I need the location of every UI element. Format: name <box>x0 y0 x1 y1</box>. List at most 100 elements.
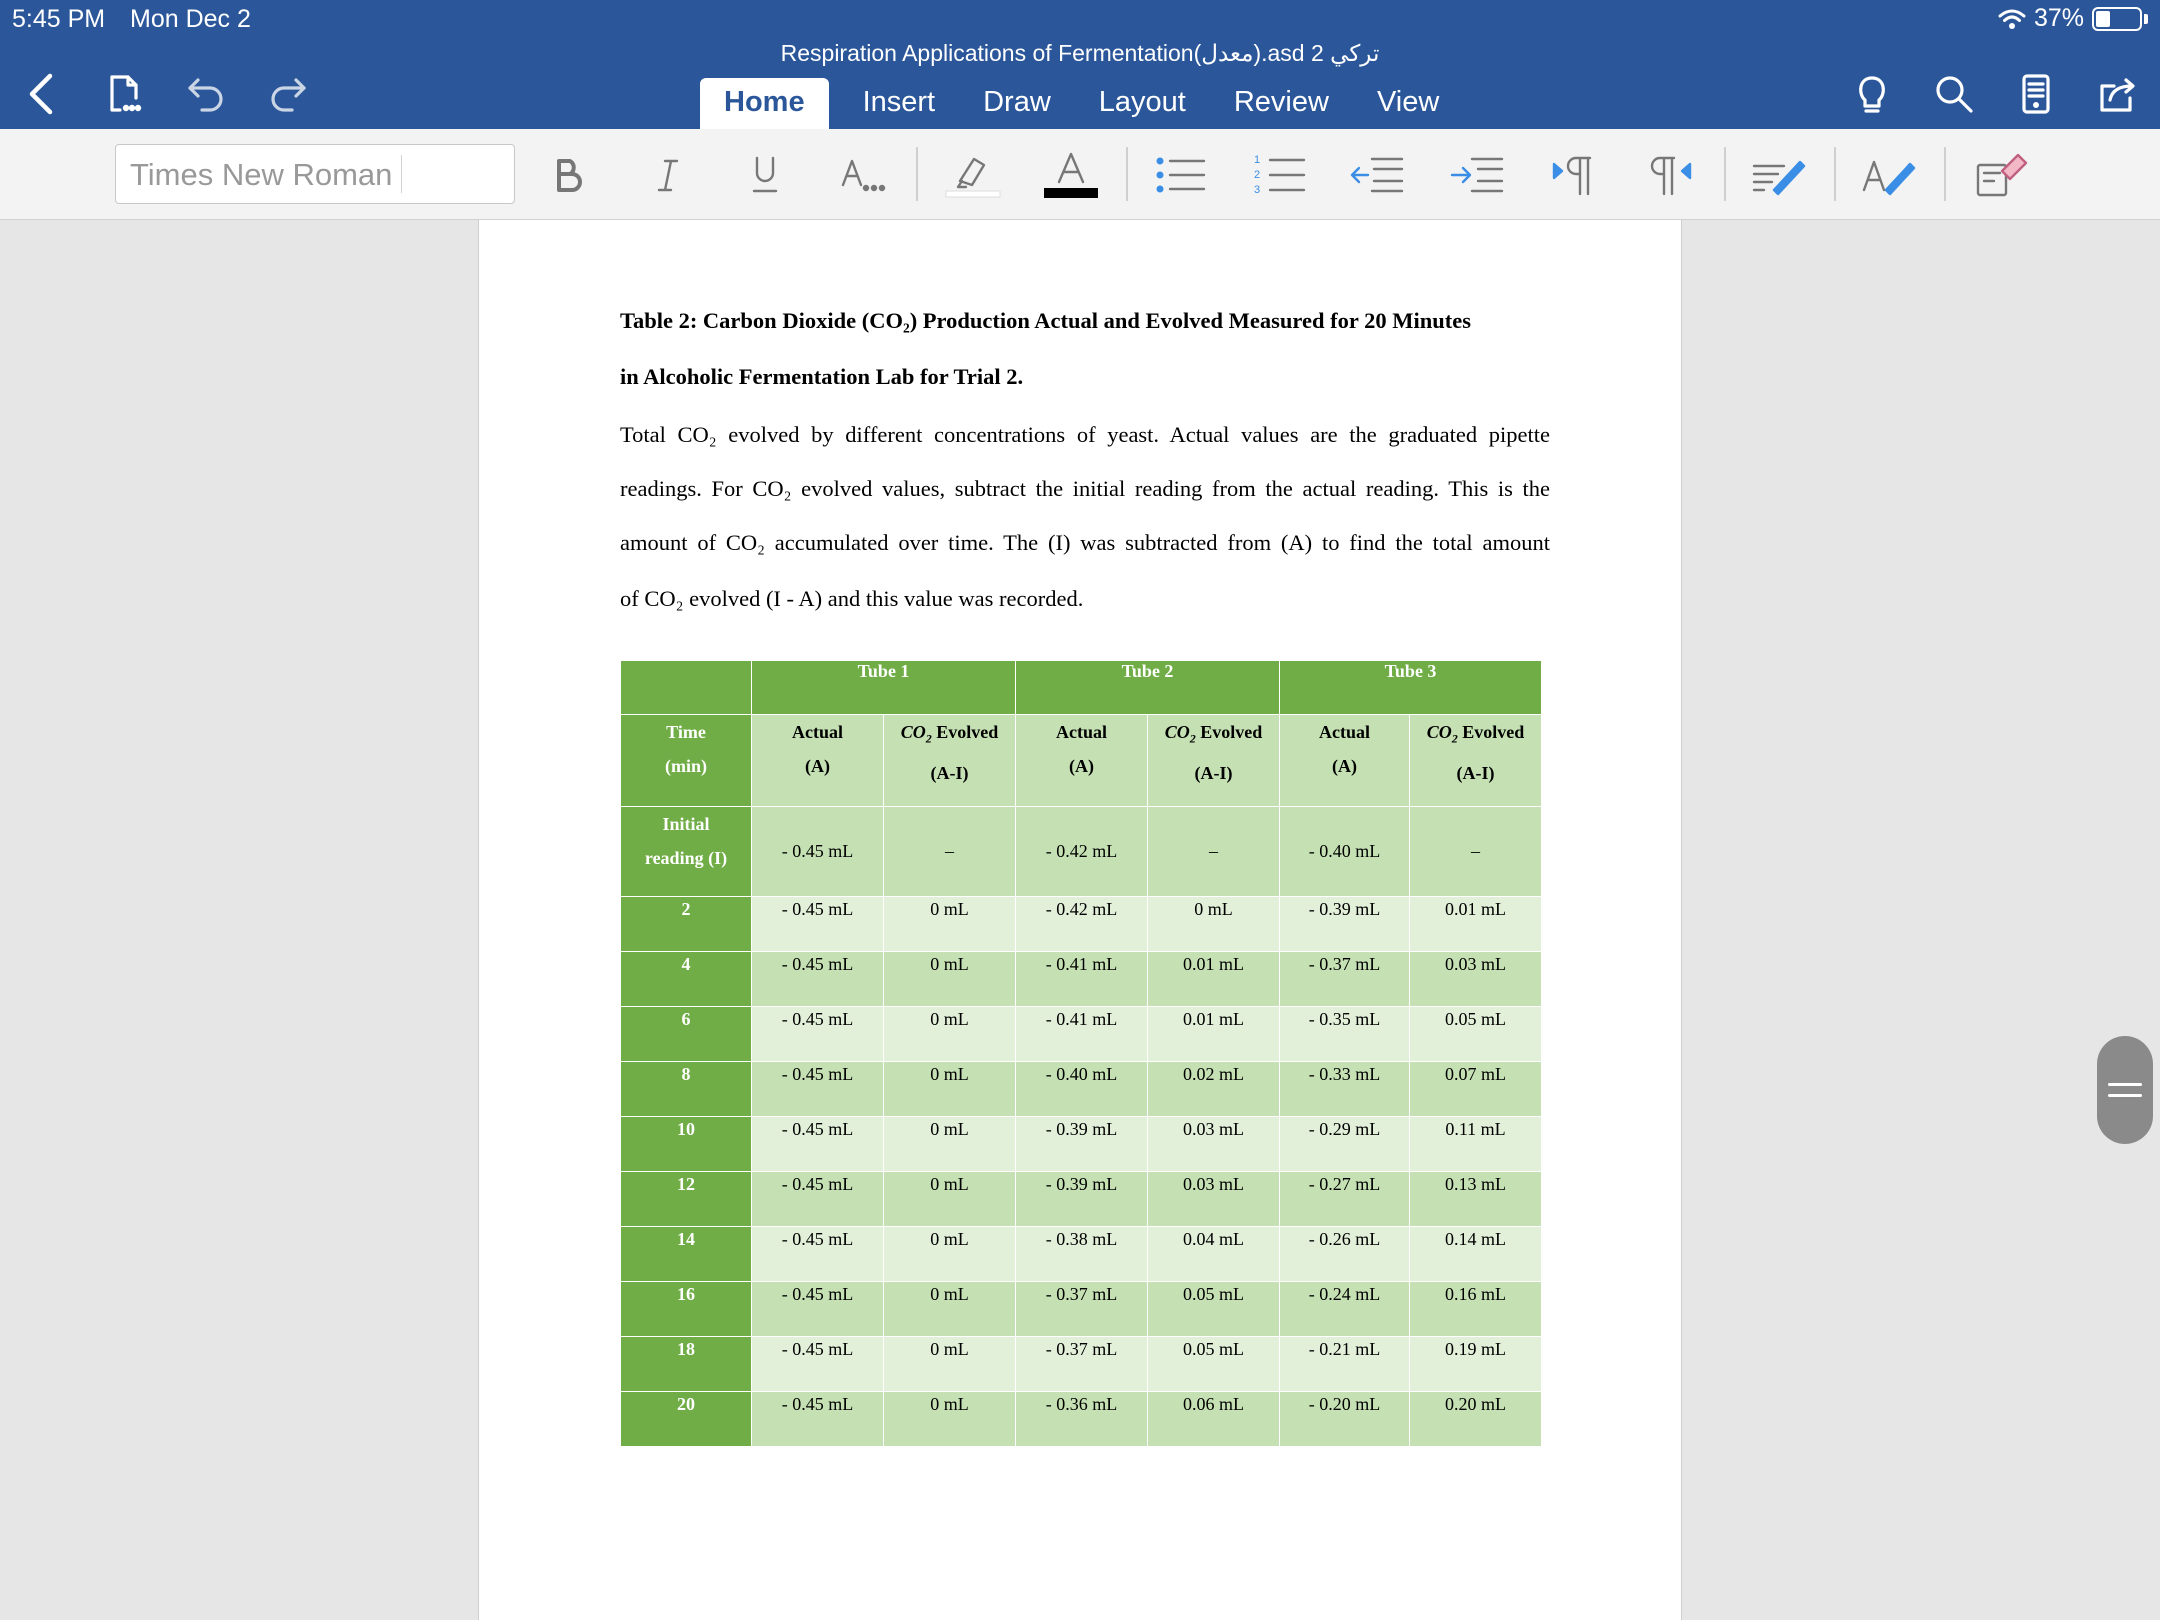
co2-evolved-value-cell: 0 mL <box>883 1226 1016 1282</box>
ribbon-separator <box>1724 147 1726 201</box>
actual-value-cell: - 0.41 mL <box>1015 951 1148 1007</box>
co2-evolved-column-header: CO2 Evolved (A-I) <box>883 714 1016 807</box>
italic-icon[interactable] <box>648 151 688 199</box>
co2-evolved-value-cell: 0 mL <box>883 1336 1016 1392</box>
font-name-box[interactable]: Times New Roman <box>115 144 515 204</box>
co2-evolved-value-cell: 0.01 mL <box>1147 1006 1280 1062</box>
svg-text:1: 1 <box>1254 154 1260 166</box>
co2-evolved-column-header: CO2 Evolved (A-I) <box>1409 714 1542 807</box>
tab-draw[interactable]: Draw <box>959 78 1075 129</box>
initial-reading-cell: – <box>883 806 1016 897</box>
back-icon[interactable] <box>12 66 72 122</box>
actual-value-cell: - 0.45 mL <box>751 951 884 1007</box>
actual-value-cell: - 0.29 mL <box>1279 1116 1410 1172</box>
co2-evolved-value-cell: 0 mL <box>883 1281 1016 1337</box>
rtl-paragraph-icon[interactable] <box>1646 151 1694 199</box>
font-size-box[interactable] <box>401 155 511 193</box>
co2-evolved-value-cell: 0 mL <box>1147 896 1280 952</box>
lightbulb-icon[interactable] <box>1842 66 1902 122</box>
co2-evolved-value-cell: 0 mL <box>883 896 1016 952</box>
actual-value-cell: - 0.39 mL <box>1279 896 1410 952</box>
tab-home[interactable]: Home <box>700 78 829 129</box>
initial-reading-cell: - 0.40 mL <box>1279 806 1410 897</box>
svg-text:3: 3 <box>1254 184 1260 196</box>
table-column-header-row: Time (min) Actual (A) CO2 Evolved (A-I) Actua… <box>620 714 1542 807</box>
actual-value-cell: - 0.45 mL <box>751 1226 884 1282</box>
table-corner-cell <box>620 660 752 715</box>
reading-mode-icon[interactable] <box>2006 66 2066 122</box>
ribbon-separator <box>916 147 918 201</box>
text-effects-icon[interactable] <box>838 151 890 199</box>
time-cell: 6 <box>620 1006 752 1062</box>
co2-evolved-value-cell: 0 mL <box>883 1006 1016 1062</box>
table-row-initial: Initial reading (I) - 0.45 mL – - 0.42 mL – -… <box>620 806 1542 897</box>
time-cell: 20 <box>620 1391 752 1447</box>
tab-layout[interactable]: Layout <box>1075 78 1210 129</box>
ltr-paragraph-icon[interactable] <box>1550 151 1598 199</box>
co2-evolved-column-header: CO2 Evolved (A-I) <box>1147 714 1280 807</box>
file-icon[interactable] <box>94 66 154 122</box>
decrease-indent-icon[interactable] <box>1350 151 1406 199</box>
actual-value-cell: - 0.36 mL <box>1015 1391 1148 1447</box>
styles-icon[interactable] <box>1750 151 1808 199</box>
font-color-icon[interactable] <box>1042 151 1100 199</box>
group-header-tube-2: Tube 2 <box>1015 660 1280 715</box>
co2-evolved-value-cell: 0.02 mL <box>1147 1061 1280 1117</box>
share-icon[interactable] <box>2088 66 2148 122</box>
clear-formatting-icon[interactable] <box>1974 151 2030 199</box>
ribbon-tabs: Home Insert Draw Layout Review View <box>700 78 1463 129</box>
bullets-icon[interactable] <box>1152 151 1208 199</box>
underline-icon[interactable] <box>745 151 785 199</box>
battery-percent: 37% <box>2033 4 2084 32</box>
actual-value-cell: - 0.20 mL <box>1279 1391 1410 1447</box>
scroll-handle[interactable] <box>2097 1036 2153 1144</box>
status-date: Mon Dec 2 <box>130 5 251 33</box>
initial-reading-cell: – <box>1409 806 1542 897</box>
actual-value-cell: - 0.45 mL <box>751 896 884 952</box>
bold-icon[interactable] <box>548 151 588 199</box>
time-cell: 8 <box>620 1061 752 1117</box>
document-title[interactable]: Respiration Applications of Fermentation… <box>0 40 2160 67</box>
group-header-tube-1: Tube 1 <box>751 660 1016 715</box>
increase-indent-icon[interactable] <box>1450 151 1506 199</box>
paragraph-line-3: amount of CO₂ accumulated over time. The… <box>620 530 1550 555</box>
search-icon[interactable] <box>1924 66 1984 122</box>
co2-evolved-value-cell: 0.16 mL <box>1409 1281 1542 1337</box>
table-row: 10- 0.45 mL 0 mL - 0.39 mL 0.03 mL - 0.29 mL… <box>620 1116 1542 1172</box>
co2-evolved-value-cell: 0.19 mL <box>1409 1336 1542 1392</box>
time-cell: 2 <box>620 896 752 952</box>
table-row: 16- 0.45 mL 0 mL - 0.37 mL 0.05 mL - 0.24 mL… <box>620 1281 1542 1337</box>
co2-evolved-value-cell: 0 mL <box>883 1116 1016 1172</box>
numbering-icon[interactable]: 1 2 3 <box>1252 151 1308 199</box>
paragraph-line-1: Total CO₂ evolved by different concentra… <box>620 422 1550 447</box>
tab-insert[interactable]: Insert <box>839 78 960 129</box>
co2-evolved-value-cell: 0.05 mL <box>1409 1006 1542 1062</box>
text-styles-icon[interactable] <box>1860 151 1918 199</box>
table-caption-line-1: Table 2: Carbon Dioxide (CO₂) Production… <box>620 308 1471 333</box>
actual-value-cell: - 0.40 mL <box>1015 1061 1148 1117</box>
table-group-header-row: Tube 1 Tube 2 Tube 3 <box>620 660 1542 715</box>
actual-value-cell: - 0.39 mL <box>1015 1171 1148 1227</box>
actual-value-cell: - 0.45 mL <box>751 1281 884 1337</box>
undo-icon[interactable] <box>176 66 236 122</box>
ribbon-separator <box>1834 147 1836 201</box>
table-row: 2- 0.45 mL 0 mL - 0.42 mL 0 mL - 0.39 mL 0.01… <box>620 896 1542 952</box>
top-bar: 5:45 PM Mon Dec 2 37% Respiration Applic… <box>0 0 2160 129</box>
actual-value-cell: - 0.45 mL <box>751 1116 884 1172</box>
tab-view[interactable]: View <box>1353 78 1463 129</box>
tab-review[interactable]: Review <box>1210 78 1353 129</box>
co2-evolved-value-cell: 0.01 mL <box>1147 951 1280 1007</box>
table-row: 18- 0.45 mL 0 mL - 0.37 mL 0.05 mL - 0.21 mL… <box>620 1336 1542 1392</box>
redo-icon[interactable] <box>258 66 318 122</box>
co2-evolved-value-cell: 0.05 mL <box>1147 1336 1280 1392</box>
actual-column-header: Actual (A) <box>1279 714 1410 807</box>
highlighter-icon[interactable] <box>944 151 1002 199</box>
actual-column-header: Actual (A) <box>1015 714 1148 807</box>
time-cell: 18 <box>620 1336 752 1392</box>
co2-data-table: Tube 1 Tube 2 Tube 3 Time (min) Actual (A)… <box>620 660 1542 1447</box>
document-page[interactable]: Table 2: Carbon Dioxide (CO₂) Production… <box>478 220 1682 1620</box>
co2-evolved-value-cell: 0.03 mL <box>1147 1116 1280 1172</box>
initial-reading-cell: – <box>1147 806 1280 897</box>
wifi-icon <box>1998 9 2026 29</box>
actual-value-cell: - 0.37 mL <box>1015 1281 1148 1337</box>
